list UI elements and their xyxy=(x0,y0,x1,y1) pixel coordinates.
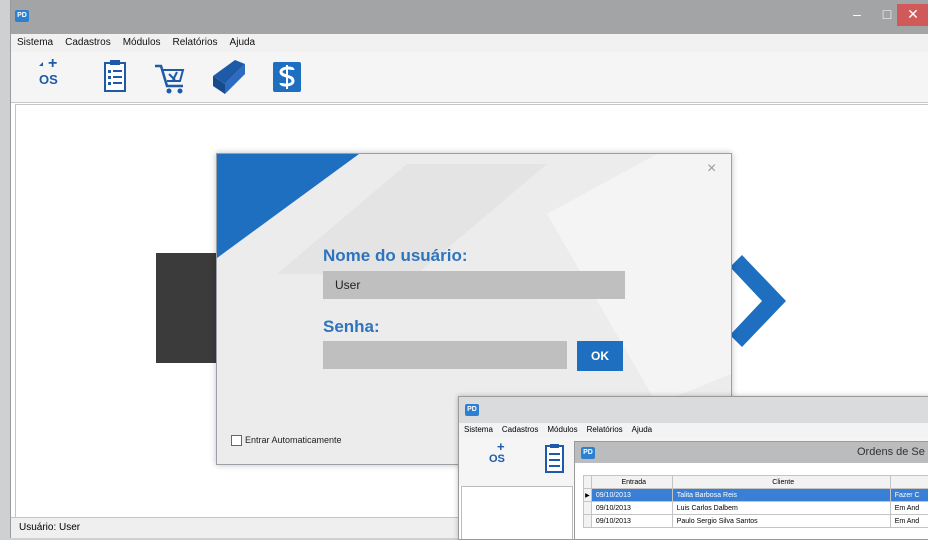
orders-title-bar[interactable]: PD Ordens de Se xyxy=(575,442,928,463)
second-menu-bar: SistemaCadastrosMódulosRelatóriosAjuda xyxy=(459,423,928,438)
table-row[interactable]: 09/10/2013 Paulo Sergio Silva Santos Em … xyxy=(584,515,928,528)
book-icon xyxy=(209,58,249,96)
auto-login-label: Entrar Automaticamente xyxy=(245,435,342,445)
cart-button[interactable] xyxy=(153,58,193,96)
column-cliente[interactable]: Cliente xyxy=(672,476,890,489)
cell-cliente[interactable]: Paulo Sergio Silva Santos xyxy=(672,515,890,528)
clipboard-checklist-icon xyxy=(95,58,135,96)
cell-status[interactable]: Em And xyxy=(890,515,928,528)
second-menu-sistema[interactable]: Sistema xyxy=(459,423,497,434)
orders-app-icon: PD xyxy=(581,447,595,459)
book-button[interactable] xyxy=(209,58,249,96)
orders-window: PD Ordens de Se Entrada Cliente ▶ 09/10/… xyxy=(574,441,928,540)
status-user: Usuário: User xyxy=(19,522,80,533)
orders-grid: Entrada Cliente ▶ 09/10/2013 Talita Barb… xyxy=(583,475,928,528)
second-menu-ajuda[interactable]: Ajuda xyxy=(627,423,656,434)
clipboard-button[interactable] xyxy=(95,58,135,96)
second-app-window: PD SistemaCadastrosMódulosRelatóriosAjud… xyxy=(458,396,928,540)
menu-bar: SistemaCadastrosMódulosRelatóriosAjuda xyxy=(11,34,928,52)
shopping-cart-icon xyxy=(153,58,193,96)
grid-header-row: Entrada Cliente xyxy=(584,476,928,489)
menu-ajuda[interactable]: Ajuda xyxy=(224,34,262,48)
cell-cliente[interactable]: Luis Carlos Dalbem xyxy=(672,502,890,515)
title-bar[interactable]: PD – □ ✕ xyxy=(11,0,928,34)
row-header-corner xyxy=(584,476,592,489)
cell-status[interactable]: Em And xyxy=(890,502,928,515)
password-label: Senha: xyxy=(323,317,380,337)
column-entrada[interactable]: Entrada xyxy=(591,476,672,489)
cell-entrada[interactable]: 09/10/2013 xyxy=(591,502,672,515)
dollar-icon xyxy=(267,58,307,96)
row-marker: ▶ xyxy=(584,489,592,502)
new-os-button[interactable]: + OS xyxy=(31,58,71,96)
menu-modulos[interactable]: Módulos xyxy=(117,34,167,48)
second-title-bar[interactable]: PD xyxy=(459,397,928,423)
cell-cliente[interactable]: Talita Barbosa Reis xyxy=(672,489,890,502)
second-menu-relatorios[interactable]: Relatórios xyxy=(582,423,627,434)
minimize-button[interactable]: – xyxy=(843,4,871,26)
second-menu-modulos[interactable]: Módulos xyxy=(542,423,581,434)
dialog-close-icon[interactable]: × xyxy=(707,160,716,178)
cell-entrada[interactable]: 09/10/2013 xyxy=(591,515,672,528)
password-input[interactable] xyxy=(323,341,567,369)
second-side-panel xyxy=(461,486,573,540)
orders-title: Ordens de Se xyxy=(857,446,925,458)
table-row[interactable]: ▶ 09/10/2013 Talita Barbosa Reis Fazer C xyxy=(584,489,928,502)
cell-status[interactable]: Fazer C xyxy=(890,489,928,502)
second-menu-cadastros[interactable]: Cadastros xyxy=(497,423,542,434)
menu-relatorios[interactable]: Relatórios xyxy=(167,34,224,48)
cell-entrada[interactable]: 09/10/2013 xyxy=(591,489,672,502)
second-app-icon: PD xyxy=(465,404,479,416)
column-status[interactable] xyxy=(890,476,928,489)
menu-sistema[interactable]: Sistema xyxy=(11,34,59,48)
row-marker xyxy=(584,502,592,515)
auto-login-checkbox[interactable]: Entrar Automaticamente xyxy=(231,435,342,446)
username-label: Nome do usuário: xyxy=(323,246,468,266)
menu-cadastros[interactable]: Cadastros xyxy=(59,34,117,48)
app-icon: PD xyxy=(15,10,29,22)
table-row[interactable]: 09/10/2013 Luis Carlos Dalbem Em And xyxy=(584,502,928,515)
toolbar: + OS xyxy=(11,52,928,103)
row-marker xyxy=(584,515,592,528)
checkbox-box[interactable] xyxy=(231,435,242,446)
second-clipboard-icon[interactable] xyxy=(543,443,567,477)
username-input[interactable] xyxy=(323,271,625,299)
second-new-os-button[interactable]: + OS xyxy=(485,442,515,476)
ok-button[interactable]: OK xyxy=(577,341,623,371)
finance-button[interactable] xyxy=(267,58,307,96)
close-button[interactable]: ✕ xyxy=(897,4,928,26)
new-os-icon: + OS xyxy=(31,58,71,96)
